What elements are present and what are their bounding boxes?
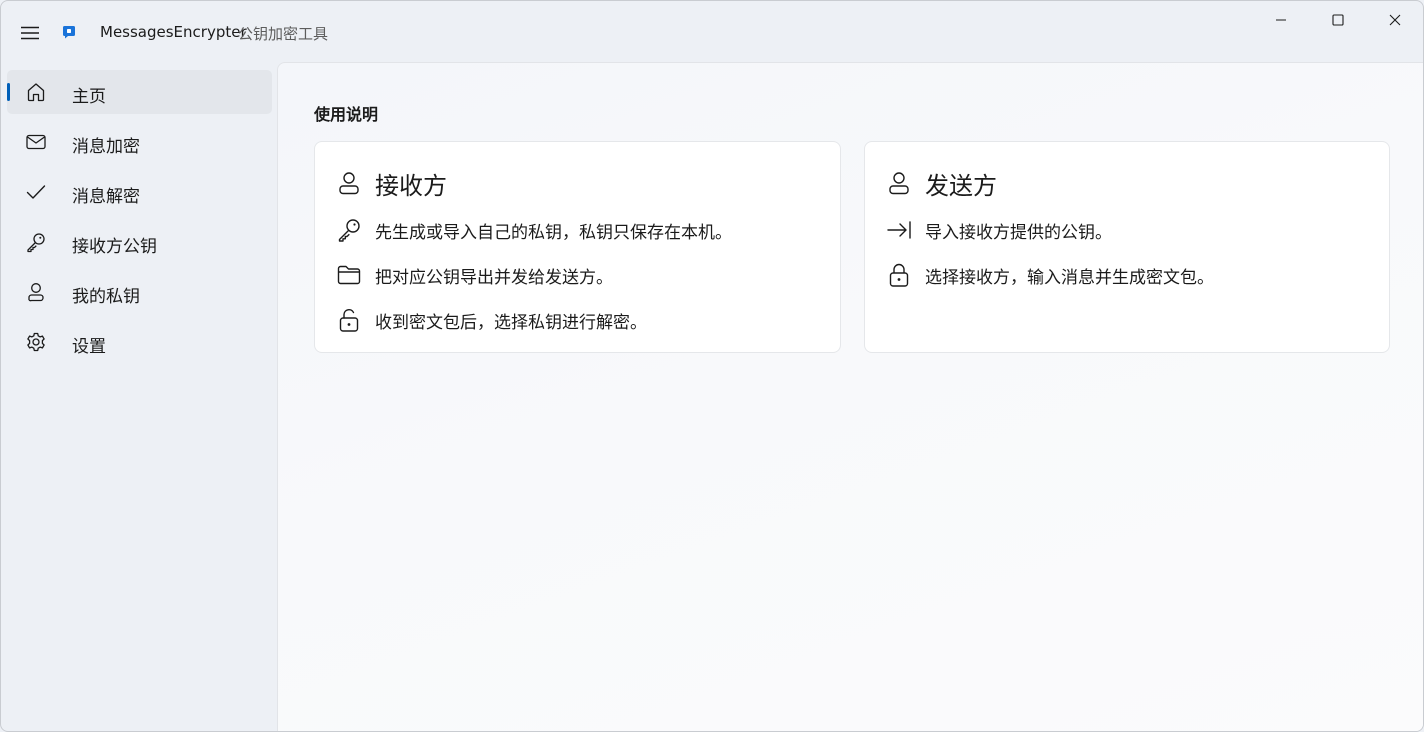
instruction-text: 收到密文包后，选择私钥进行解密。 [375,312,647,333]
sidebar-item-label: 消息加密 [72,137,140,157]
card-title: 接收方 [375,171,447,200]
person-icon [25,281,47,303]
card-header: 发送方 [885,166,997,200]
hamburger-menu-button[interactable] [11,15,49,51]
sidebar-nav: 主页 消息加密 消息解密 接收方公钥 我的私钥 设置 [1,63,277,731]
instruction-row: 先生成或导入自己的私钥，私钥只保存在本机。 [335,216,732,244]
main-content: 使用说明 接收方 先生成或导入自己的私钥，私钥只保存在本机。 把对应公钥导出并发… [277,62,1423,731]
recipient-card: 接收方 先生成或导入自己的私钥，私钥只保存在本机。 把对应公钥导出并发给发送方。… [314,141,841,353]
person-icon [885,169,913,197]
card-title: 发送方 [925,171,997,200]
sidebar-item-label: 消息解密 [72,187,140,207]
lock-icon [885,261,913,289]
app-title: MessagesEncrypter [100,23,247,41]
sidebar-item-decrypt[interactable]: 消息解密 [7,170,272,214]
minimize-icon [1275,14,1287,26]
sidebar-item-my-keys[interactable]: 我的私钥 [7,270,272,314]
close-button[interactable] [1366,1,1423,39]
sidebar-item-encrypt[interactable]: 消息加密 [7,120,272,164]
key-icon [335,216,363,244]
maximize-button[interactable] [1309,1,1367,39]
checkmark-icon [25,181,47,203]
key-icon [25,231,47,253]
sidebar-item-label: 接收方公钥 [72,237,157,257]
app-logo-icon [62,25,76,39]
app-subtitle: 公钥加密工具 [238,25,329,43]
instruction-text: 把对应公钥导出并发给发送方。 [375,267,613,288]
instruction-text: 选择接收方，输入消息并生成密文包。 [925,267,1214,288]
maximize-icon [1332,14,1344,26]
instruction-text: 导入接收方提供的公钥。 [925,222,1112,243]
import-arrow-icon [885,216,913,244]
gear-icon [25,331,47,353]
instruction-row: 导入接收方提供的公钥。 [885,216,1112,244]
sidebar-item-home[interactable]: 主页 [7,70,272,114]
sidebar-item-settings[interactable]: 设置 [7,320,272,364]
hamburger-menu-icon [20,25,40,41]
section-title: 使用说明 [314,105,379,124]
title-bar[interactable]: MessagesEncrypter 公钥加密工具 [1,1,1423,63]
card-header: 接收方 [335,166,447,200]
sidebar-item-label: 主页 [72,87,106,107]
instruction-row: 选择接收方，输入消息并生成密文包。 [885,261,1214,289]
person-icon [335,169,363,197]
folder-icon [335,261,363,289]
sender-card: 发送方 导入接收方提供的公钥。 选择接收方，输入消息并生成密文包。 [864,141,1390,353]
sidebar-item-recipient-keys[interactable]: 接收方公钥 [7,220,272,264]
instruction-row: 收到密文包后，选择私钥进行解密。 [335,306,647,334]
selection-indicator [7,83,10,101]
mail-icon [25,131,47,153]
sidebar-item-label: 我的私钥 [72,287,140,307]
sidebar-item-label: 设置 [72,337,106,357]
minimize-button[interactable] [1252,1,1310,39]
instruction-text: 先生成或导入自己的私钥，私钥只保存在本机。 [375,222,732,243]
unlock-icon [335,306,363,334]
home-icon [25,81,47,103]
instruction-row: 把对应公钥导出并发给发送方。 [335,261,613,289]
app-window: MessagesEncrypter 公钥加密工具 主页 消息加密 消息解密 接收… [0,0,1424,732]
close-icon [1389,14,1401,26]
